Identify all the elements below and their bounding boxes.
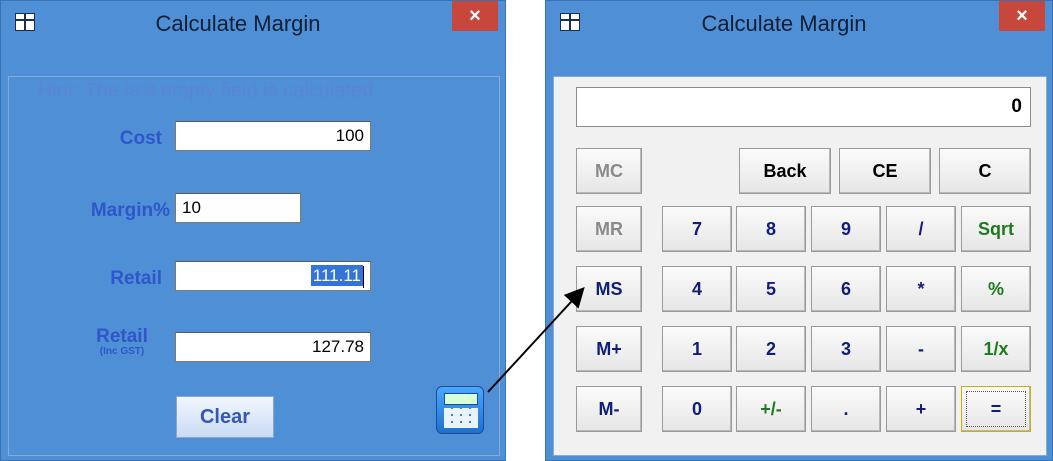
add-key[interactable]: + [886,386,956,432]
retail-gst-input[interactable]: 127.78 [175,332,371,362]
margin-label: Margin% [90,200,170,221]
retail-selected-value: 111.11 [310,265,363,286]
back-key[interactable]: Back [739,148,831,194]
clear-button[interactable]: Clear [176,396,274,438]
hint-text: Hint: The last empty field is calculated [38,80,374,102]
percent-key[interactable]: % [961,266,1031,312]
close-button[interactable]: × [452,1,498,31]
cost-label: Cost [119,128,162,149]
key-6[interactable]: 6 [811,266,881,312]
divide-key[interactable]: / [886,206,956,252]
margin-window-titlebar[interactable]: Calculate Margin × [1,1,505,45]
calculator-display: 0 [576,87,1031,127]
retail-gst-label: Retail (Inc GST) [74,326,170,357]
calculator-window-titlebar[interactable]: Calculate Margin × [546,1,1052,45]
key-4[interactable]: 4 [662,266,732,312]
negate-key[interactable]: +/- [736,386,806,432]
close-icon: × [1016,4,1028,27]
retail-input[interactable]: 111.11 [175,261,371,291]
retail-gst-label-text: Retail [96,326,148,347]
calculator-window-title: Calculate Margin [701,11,867,36]
close-icon: × [469,4,481,27]
equals-key[interactable]: = [961,386,1031,432]
c-key[interactable]: C [939,148,1031,194]
key-7[interactable]: 7 [662,206,732,252]
mr-key[interactable]: MR [576,206,642,252]
sqrt-key[interactable]: Sqrt [961,206,1031,252]
retail-gst-sublabel: (Inc GST) [99,346,145,357]
margin-window-title: Calculate Margin [155,11,321,36]
subtract-key[interactable]: - [886,326,956,372]
ce-key[interactable]: CE [839,148,931,194]
key-1[interactable]: 1 [662,326,732,372]
reciprocal-key[interactable]: 1/x [961,326,1031,372]
calculator-icon-keys [444,408,478,428]
key-8[interactable]: 8 [736,206,806,252]
key-3[interactable]: 3 [811,326,881,372]
text-caret [363,265,364,288]
cost-input[interactable]: 100 [175,121,371,151]
multiply-key[interactable]: * [886,266,956,312]
key-9[interactable]: 9 [811,206,881,252]
m-minus-key[interactable]: M- [576,386,642,432]
decimal-key[interactable]: . [811,386,881,432]
ms-key[interactable]: MS [576,266,642,312]
retail-label: Retail [110,268,162,289]
m-plus-key[interactable]: M+ [576,326,642,372]
key-0[interactable]: 0 [662,386,732,432]
mc-key[interactable]: MC [576,148,642,194]
calculator-icon-screen [444,393,478,405]
margin-input[interactable]: 10 [175,193,301,223]
calculator-icon[interactable] [436,386,484,434]
key-5[interactable]: 5 [736,266,806,312]
close-button[interactable]: × [999,1,1045,31]
key-2[interactable]: 2 [736,326,806,372]
